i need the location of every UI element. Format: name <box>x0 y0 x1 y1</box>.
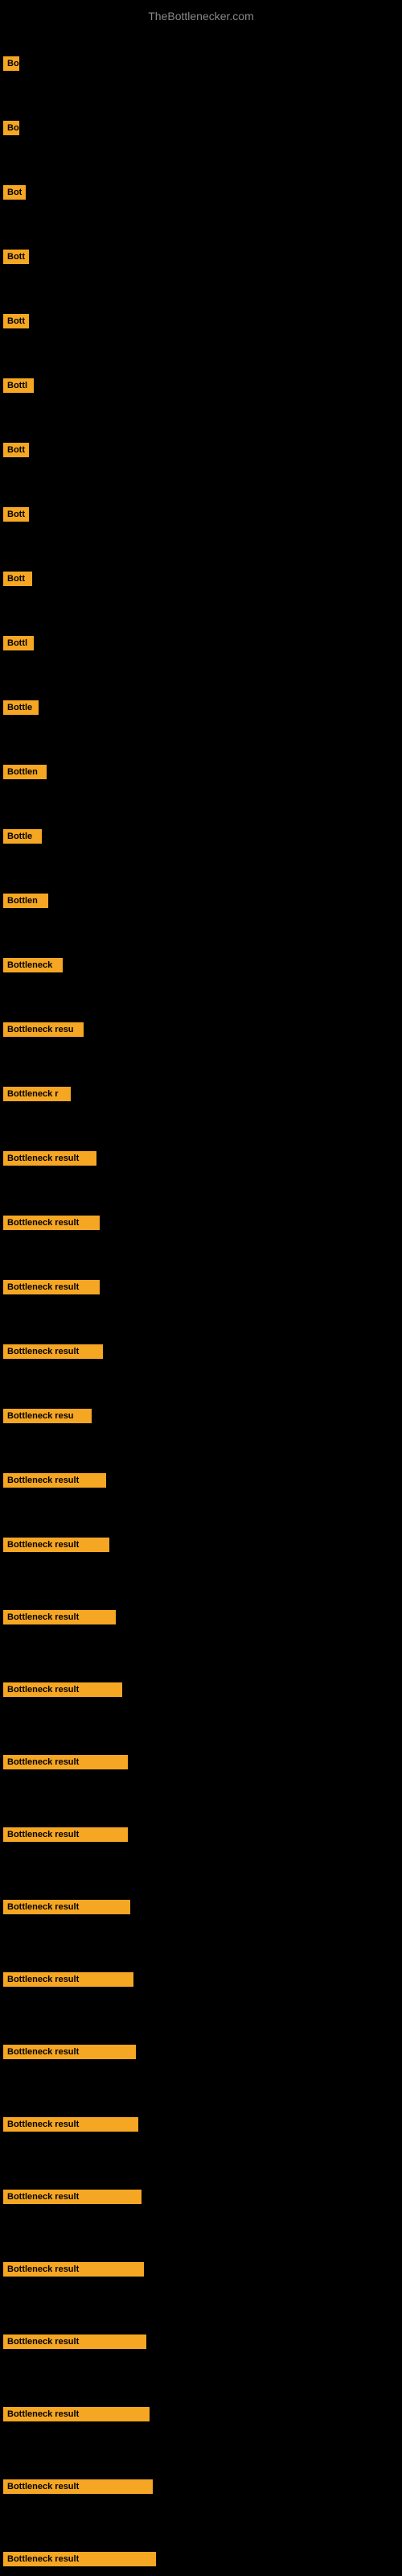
bottleneck-label: Bottleneck result <box>3 2407 150 2421</box>
bottleneck-label: Bo <box>3 56 19 71</box>
list-item: Bottleneck result <box>3 2109 138 2140</box>
bottleneck-label: Bottleneck result <box>3 2479 153 2494</box>
list-item: Bottleneck result <box>3 2544 156 2574</box>
bottleneck-label: Bottl <box>3 378 34 393</box>
bottleneck-label: Bottleneck result <box>3 1682 122 1697</box>
bottleneck-label: Bottleneck result <box>3 1216 100 1230</box>
bottleneck-label: Bottleneck resu <box>3 1022 84 1037</box>
bottleneck-label: Bottlen <box>3 894 48 908</box>
bottleneck-label: Bottleneck result <box>3 2190 142 2204</box>
bottleneck-label: Bottleneck result <box>3 2262 144 2277</box>
list-item: Bottleneck result <box>3 1602 116 1633</box>
list-item: Bottleneck result <box>3 2326 146 2357</box>
list-item: Bottleneck result <box>3 1465 106 1496</box>
list-item: Bottleneck result <box>3 1747 128 1777</box>
bottleneck-label: Bott <box>3 250 29 264</box>
bottleneck-label: Bottleneck result <box>3 1538 109 1552</box>
list-item: Bot <box>3 177 26 208</box>
bottleneck-label: Bottleneck result <box>3 1755 128 1769</box>
list-item: Bottlen <box>3 757 47 787</box>
list-item: Bottleneck result <box>3 1208 100 1238</box>
bottleneck-label: Bottleneck result <box>3 1344 103 1359</box>
list-item: Bottleneck result <box>3 1819 128 1850</box>
list-item: Bottleneck result <box>3 1892 130 1922</box>
list-item: Bottle <box>3 692 39 723</box>
list-item: Bottlen <box>3 886 48 916</box>
list-item: Bott <box>3 564 32 594</box>
bottleneck-label: Bottleneck result <box>3 1151 96 1166</box>
bottleneck-label: Bott <box>3 443 29 457</box>
list-item: Bottleneck resu <box>3 1401 92 1431</box>
bottleneck-label: Bottl <box>3 636 34 650</box>
list-item: Bott <box>3 242 29 272</box>
list-item: Bottleneck result <box>3 2471 153 2502</box>
list-item: Bottleneck resu <box>3 1014 84 1045</box>
list-item: Bottleneck result <box>3 2254 144 2285</box>
bottleneck-label: Bottleneck result <box>3 2117 138 2132</box>
bottleneck-label: Bottleneck result <box>3 2334 146 2349</box>
bottleneck-label: Bottleneck result <box>3 1827 128 1842</box>
bottleneck-label: Bott <box>3 314 29 328</box>
list-item: Bott <box>3 306 29 336</box>
bottleneck-label: Bottleneck result <box>3 1900 130 1914</box>
list-item: Bottleneck result <box>3 2399 150 2429</box>
list-item: Bottleneck result <box>3 1674 122 1705</box>
bottleneck-label: Bottleneck result <box>3 1972 133 1987</box>
bottleneck-label: Bot <box>3 185 26 200</box>
list-item: Bottleneck result <box>3 2037 136 2067</box>
bottleneck-label: Bottleneck result <box>3 2045 136 2059</box>
bottleneck-label: Bo <box>3 121 19 135</box>
list-item: Bottleneck r <box>3 1079 71 1109</box>
bottleneck-label: Bottleneck <box>3 958 63 972</box>
bottleneck-label: Bottleneck result <box>3 1280 100 1294</box>
list-item: Bottleneck <box>3 950 63 980</box>
bottleneck-label: Bott <box>3 572 32 586</box>
list-item: Bottle <box>3 821 42 852</box>
bottleneck-label: Bott <box>3 507 29 522</box>
bottleneck-label: Bottleneck result <box>3 1610 116 1624</box>
list-item: Bottleneck result <box>3 1530 109 1560</box>
list-item: Bottl <box>3 628 34 658</box>
bottleneck-label: Bottlen <box>3 765 47 779</box>
bottleneck-label: Bottleneck resu <box>3 1409 92 1423</box>
list-item: Bottleneck result <box>3 1964 133 1995</box>
list-item: Bottl <box>3 370 34 401</box>
bottleneck-label: Bottleneck result <box>3 1473 106 1488</box>
list-item: Bott <box>3 435 29 465</box>
bottleneck-label: Bottle <box>3 700 39 715</box>
site-title: TheBottlenecker.com <box>0 3 402 29</box>
list-item: Bott <box>3 499 29 530</box>
bottleneck-label: Bottle <box>3 829 42 844</box>
list-item: Bottleneck result <box>3 1143 96 1174</box>
list-item: Bo <box>3 48 19 79</box>
list-item: Bottleneck result <box>3 1272 100 1302</box>
list-item: Bo <box>3 113 19 143</box>
bottleneck-label: Bottleneck result <box>3 2552 156 2566</box>
bottleneck-label: Bottleneck r <box>3 1087 71 1101</box>
list-item: Bottleneck result <box>3 1336 103 1367</box>
list-item: Bottleneck result <box>3 2182 142 2212</box>
